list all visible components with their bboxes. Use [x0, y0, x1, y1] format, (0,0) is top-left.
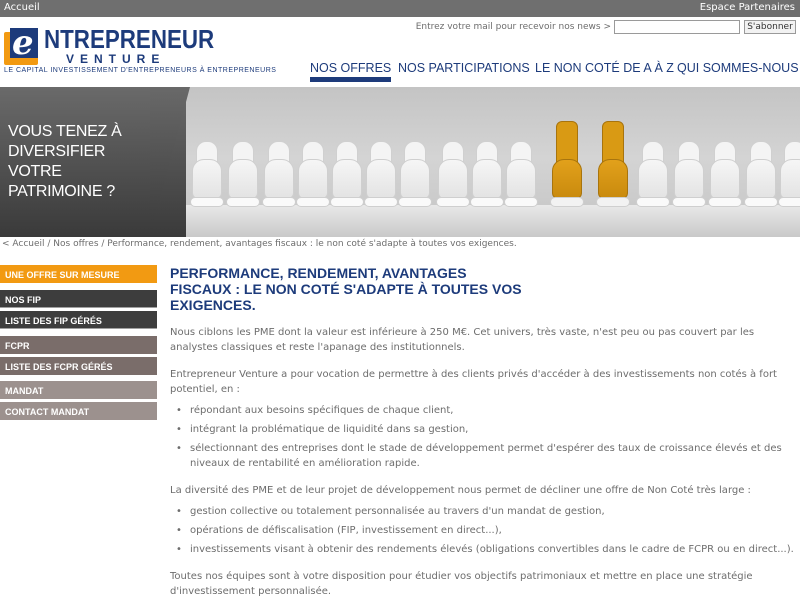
partners-link[interactable]: Espace Partenaires: [700, 2, 795, 13]
white-shoe-icon: [436, 141, 470, 207]
list-item: investissements visant à obtenir des ren…: [170, 542, 800, 557]
white-shoe-icon: [636, 141, 670, 207]
mission-paragraph: Entrepreneur Venture a pour vocation de …: [170, 369, 777, 395]
site-logo[interactable]: e NTREPRENEUR VENTURE LE CAPITAL INVESTI…: [4, 22, 284, 80]
sidebar-item-mandat[interactable]: MANDAT: [0, 381, 157, 399]
breadcrumb[interactable]: < Accueil / Nos offres / Performance, re…: [2, 239, 517, 249]
white-shoe-icon: [708, 141, 742, 207]
sidebar-item-contact-mandat[interactable]: CONTACT MANDAT: [0, 402, 157, 420]
mission-list: répondant aux besoins spécifiques de cha…: [170, 403, 800, 471]
sidebar-item-liste-fcpr[interactable]: LISTE DES FCPR GÉRÉS: [0, 357, 157, 375]
list-item: répondant aux besoins spécifiques de cha…: [170, 403, 800, 418]
white-shoe-icon: [504, 141, 538, 207]
white-shoe-icon: [296, 141, 330, 207]
nav-item-non-cote[interactable]: LE NON COTÉ DE A À Z: [535, 61, 674, 75]
white-shoe-icon: [364, 141, 398, 207]
subscribe-button[interactable]: S'abonner: [744, 20, 796, 34]
list-item: intégrant la problématique de liquidité …: [170, 422, 800, 437]
white-shoe-icon: [190, 141, 224, 207]
white-shoe-icon: [226, 141, 260, 207]
sidebar-item-liste-fip[interactable]: LISTE DES FIP GÉRÉS: [0, 311, 157, 329]
logo-mark-icon: e: [4, 24, 46, 66]
main-content: PERFORMANCE, RENDEMENT, AVANTAGES FISCAU…: [170, 265, 800, 599]
white-shoe-icon: [470, 141, 504, 207]
nav-item-nos-offres[interactable]: NOS OFFRES: [310, 61, 391, 75]
newsletter-label: Entrez votre mail pour recevoir nos news…: [415, 22, 611, 32]
home-link[interactable]: Accueil: [4, 2, 40, 13]
list-item: opérations de défiscalisation (FIP, inve…: [170, 523, 800, 538]
list-item: gestion collective ou totalement personn…: [170, 504, 800, 519]
list-item: sélectionnant des entreprises dont le st…: [170, 441, 800, 471]
sidebar-item-offre-sur-mesure[interactable]: UNE OFFRE SUR MESURE: [0, 265, 157, 283]
nav-item-qui-sommes-nous[interactable]: QUI SOMMES-NOUS ?: [677, 61, 800, 75]
sidebar-item-nos-fip[interactable]: NOS FIP: [0, 290, 157, 308]
page-title: PERFORMANCE, RENDEMENT, AVANTAGES FISCAU…: [170, 265, 522, 313]
white-shoe-icon: [398, 141, 432, 207]
logo-wordmark: NTREPRENEUR: [44, 24, 215, 54]
banner-ledge: [186, 205, 800, 237]
newsletter-email-input[interactable]: [614, 20, 740, 34]
white-shoe-icon: [778, 141, 800, 207]
active-tab-indicator: [310, 77, 391, 82]
breadcrumb-text[interactable]: < Accueil / Nos offres / Performance, re…: [2, 239, 517, 249]
white-shoe-icon: [262, 141, 296, 207]
hero-banner: VOUS TENEZ À DIVERSIFIER VOTRE PATRIMOIN…: [0, 87, 800, 237]
white-shoe-icon: [744, 141, 778, 207]
white-shoe-icon: [672, 141, 706, 207]
top-bar: Accueil Espace Partenaires: [0, 0, 800, 17]
sidebar-item-fcpr[interactable]: FCPR: [0, 336, 157, 354]
closing-paragraph: Toutes nos équipes sont à votre disposit…: [170, 571, 753, 597]
newsletter-form: Entrez votre mail pour recevoir nos news…: [396, 20, 796, 34]
logo-tagline: LE CAPITAL INVESTISSEMENT D'ENTREPRENEUR…: [4, 67, 277, 74]
diversity-paragraph: La diversité des PME et de leur projet d…: [170, 485, 751, 496]
banner-headline: VOUS TENEZ À DIVERSIFIER VOTRE PATRIMOIN…: [8, 123, 122, 200]
yellow-shoe-icon: [550, 121, 584, 207]
offer-list: gestion collective ou totalement personn…: [170, 504, 800, 557]
yellow-shoe-icon: [596, 121, 630, 207]
white-shoe-icon: [330, 141, 364, 207]
logo-subword: VENTURE: [66, 52, 166, 66]
nav-item-nos-participations[interactable]: NOS PARTICIPATIONS: [398, 61, 530, 75]
intro-paragraph: Nous ciblons les PME dont la valeur est …: [170, 327, 755, 353]
